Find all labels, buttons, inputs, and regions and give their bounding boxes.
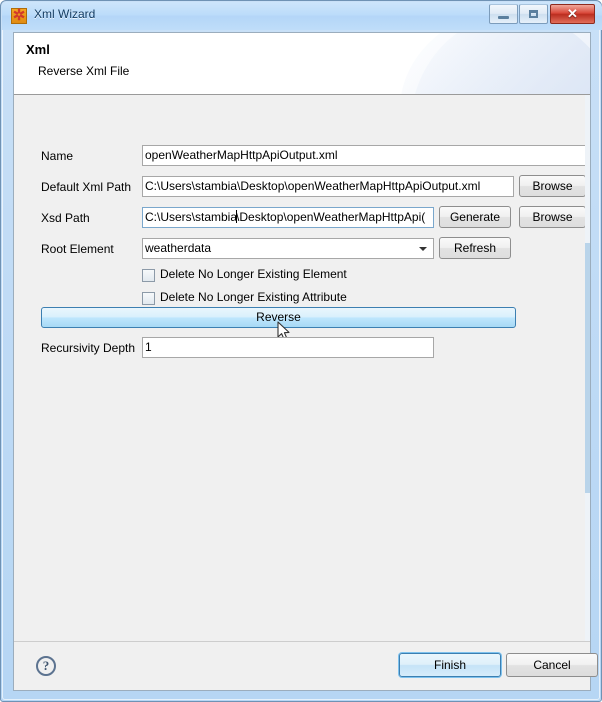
stambia-xml-icon: ✲ <box>11 8 27 24</box>
page-subtitle: Reverse Xml File <box>38 64 130 78</box>
xsd-path-text-after-caret: \Desktop\openWeatherMapHttpApi( <box>236 210 426 224</box>
page-title: Xml <box>26 42 50 57</box>
scrollbar-thumb[interactable] <box>585 243 590 493</box>
root-element-refresh-button[interactable]: Refresh <box>439 237 511 259</box>
minimize-icon <box>498 16 509 19</box>
root-element-selected-value: weatherdata <box>145 241 212 255</box>
cancel-button[interactable]: Cancel <box>506 653 598 677</box>
xsd-path-browse-button[interactable]: Browse <box>519 206 586 228</box>
close-icon: ✕ <box>567 6 578 21</box>
delete-attribute-checkbox[interactable] <box>142 292 155 305</box>
chevron-down-icon <box>419 247 427 251</box>
title-bar[interactable]: ✲ Xml Wizard ✕ <box>2 2 602 30</box>
form-scroll-area: Name openWeatherMapHttpApiOutput.xml Def… <box>14 95 590 641</box>
finish-button[interactable]: Finish <box>399 653 501 677</box>
xsd-path-input[interactable]: C:\Users\stambia\Desktop\openWeatherMapH… <box>142 207 434 228</box>
help-icon[interactable]: ? <box>36 656 56 676</box>
dialog-button-bar: ? Finish Cancel <box>14 642 598 690</box>
delete-element-label: Delete No Longer Existing Element <box>160 267 347 281</box>
recursivity-depth-input[interactable]: 1 <box>142 337 434 358</box>
root-element-label: Root Element <box>41 242 114 256</box>
default-xml-path-label: Default Xml Path <box>41 180 132 194</box>
delete-element-checkbox[interactable] <box>142 269 155 282</box>
maximize-icon <box>529 10 538 18</box>
xsd-path-generate-button[interactable]: Generate <box>439 206 511 228</box>
minimize-button[interactable] <box>489 4 518 24</box>
default-xml-path-input[interactable]: C:\Users\stambia\Desktop\openWeatherMapH… <box>142 176 514 197</box>
xml-wizard-window: ✲ Xml Wizard ✕ Xml Reverse Xml File Name… <box>0 0 602 702</box>
root-element-select[interactable]: weatherdata <box>142 238 434 259</box>
reverse-button[interactable]: Reverse <box>41 307 516 328</box>
recursivity-depth-label: Recursivity Depth <box>41 341 136 355</box>
maximize-button[interactable] <box>519 4 548 24</box>
close-button[interactable]: ✕ <box>550 4 595 24</box>
default-xml-path-browse-button[interactable]: Browse <box>519 175 586 197</box>
xsd-path-label: Xsd Path <box>41 211 90 225</box>
delete-attribute-label: Delete No Longer Existing Attribute <box>160 290 347 304</box>
name-label: Name <box>41 149 74 163</box>
wizard-header: Xml Reverse Xml File <box>14 33 590 95</box>
window-title: Xml Wizard <box>34 7 96 21</box>
stambia-xml-icon-glyph: ✲ <box>12 7 26 24</box>
xsd-path-text-before-caret: C:\Users\stambia <box>145 210 238 224</box>
name-input[interactable]: openWeatherMapHttpApiOutput.xml <box>142 145 586 166</box>
dialog-client-area: Xml Reverse Xml File Name openWeatherMap… <box>13 32 598 691</box>
vertical-scrollbar[interactable] <box>585 95 590 641</box>
